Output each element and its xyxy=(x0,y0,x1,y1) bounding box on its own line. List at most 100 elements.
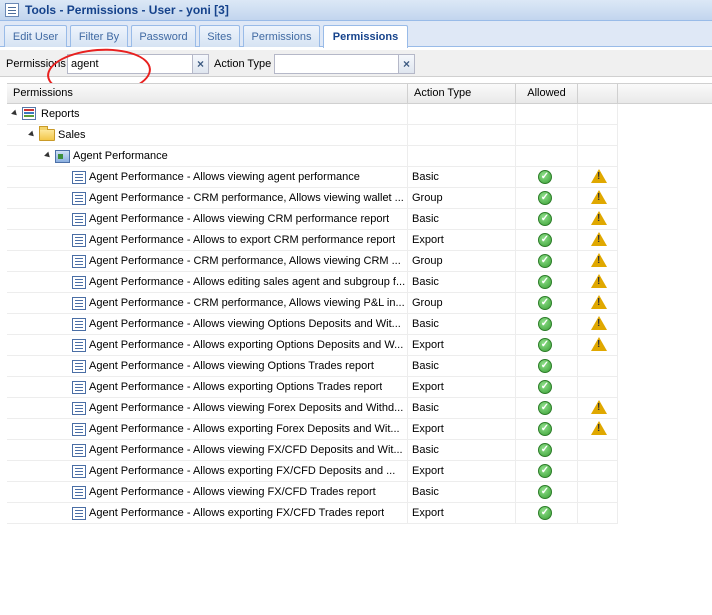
permission-row[interactable]: Agent Performance - Allows viewing Forex… xyxy=(7,398,618,419)
allowed-check-icon[interactable]: ✓ xyxy=(538,254,552,268)
allowed-check-icon[interactable]: ✓ xyxy=(538,464,552,478)
permission-name: Agent Performance - Allows exporting For… xyxy=(89,423,400,435)
permission-icon xyxy=(72,381,86,394)
grid-divider xyxy=(617,146,618,167)
grid-divider xyxy=(515,377,516,398)
allowed-check-cell[interactable]: ✓ xyxy=(538,338,552,352)
permission-row[interactable]: Agent Performance - Allows viewing Optio… xyxy=(7,356,618,377)
allowed-check-icon[interactable]: ✓ xyxy=(538,380,552,394)
grid-divider xyxy=(577,419,578,440)
allowed-check-icon[interactable]: ✓ xyxy=(538,233,552,247)
allowed-check-cell[interactable]: ✓ xyxy=(538,317,552,331)
expand-triangle-icon[interactable] xyxy=(11,109,19,118)
permissions-grid: Reports Sales Agent Performance Agent Pe… xyxy=(7,104,618,524)
allowed-check-cell[interactable]: ✓ xyxy=(538,485,552,499)
warning-cell xyxy=(591,316,607,333)
tab-filter-by[interactable]: Filter By xyxy=(70,25,128,47)
permission-row[interactable]: Agent Performance - Allows viewing Optio… xyxy=(7,314,618,335)
allowed-check-cell[interactable]: ✓ xyxy=(538,191,552,205)
permission-icon xyxy=(72,276,86,289)
expand-triangle-icon[interactable] xyxy=(44,151,52,160)
warning-cell xyxy=(591,190,607,207)
allowed-check-cell[interactable]: ✓ xyxy=(538,422,552,436)
allowed-check-cell[interactable]: ✓ xyxy=(538,275,552,289)
permission-name: Agent Performance - CRM performance, All… xyxy=(89,192,404,204)
tree-node-agent-performance[interactable]: Agent Performance xyxy=(7,146,618,167)
action-type-value: Basic xyxy=(412,171,439,183)
tab-edit-user[interactable]: Edit User xyxy=(4,25,67,47)
tab-password[interactable]: Password xyxy=(131,25,196,47)
allowed-check-icon[interactable]: ✓ xyxy=(538,359,552,373)
allowed-check-icon[interactable]: ✓ xyxy=(538,485,552,499)
permission-row[interactable]: Agent Performance - CRM performance, All… xyxy=(7,293,618,314)
allowed-check-cell[interactable]: ✓ xyxy=(538,254,552,268)
allowed-check-cell[interactable]: ✓ xyxy=(538,401,552,415)
permission-row[interactable]: Agent Performance - CRM performance, All… xyxy=(7,251,618,272)
permission-row[interactable]: Agent Performance - Allows to export CRM… xyxy=(7,230,618,251)
allowed-check-icon[interactable]: ✓ xyxy=(538,212,552,226)
allowed-check-cell[interactable]: ✓ xyxy=(538,212,552,226)
permission-row[interactable]: Agent Performance - Allows editing sales… xyxy=(7,272,618,293)
grid-divider xyxy=(617,230,618,251)
grid-divider xyxy=(577,230,578,251)
permission-row[interactable]: Agent Performance - Allows exporting FX/… xyxy=(7,503,618,524)
grid-divider xyxy=(515,356,516,377)
grid-divider xyxy=(515,293,516,314)
allowed-check-cell[interactable]: ✓ xyxy=(538,359,552,373)
permissions-clear-icon[interactable]: × xyxy=(193,54,209,74)
allowed-check-icon[interactable]: ✓ xyxy=(538,338,552,352)
permission-row[interactable]: Agent Performance - Allows viewing CRM p… xyxy=(7,209,618,230)
column-header-action-type[interactable]: Action Type xyxy=(408,84,516,104)
allowed-check-icon[interactable]: ✓ xyxy=(538,191,552,205)
allowed-check-icon[interactable]: ✓ xyxy=(538,275,552,289)
allowed-check-cell[interactable]: ✓ xyxy=(538,296,552,310)
permission-row[interactable]: Agent Performance - Allows exporting FX/… xyxy=(7,461,618,482)
permission-row[interactable]: Agent Performance - Allows exporting For… xyxy=(7,419,618,440)
tab-sites[interactable]: Sites xyxy=(199,25,240,47)
allowed-check-cell[interactable]: ✓ xyxy=(538,464,552,478)
allowed-check-icon[interactable]: ✓ xyxy=(538,422,552,436)
warning-icon xyxy=(591,169,607,183)
allowed-check-cell[interactable]: ✓ xyxy=(538,233,552,247)
permission-row[interactable]: Agent Performance - Allows viewing agent… xyxy=(7,167,618,188)
grid-divider xyxy=(577,398,578,419)
permission-row[interactable]: Agent Performance - Allows viewing FX/CF… xyxy=(7,482,618,503)
permission-row[interactable]: Agent Performance - CRM performance, All… xyxy=(7,188,618,209)
allowed-check-cell[interactable]: ✓ xyxy=(538,380,552,394)
action-type-clear-icon[interactable]: × xyxy=(399,54,415,74)
allowed-check-cell[interactable]: ✓ xyxy=(538,506,552,520)
tab-permissions-active[interactable]: Permissions xyxy=(323,25,408,48)
action-type-filter-input[interactable] xyxy=(274,54,399,74)
warning-icon xyxy=(591,316,607,330)
allowed-check-icon[interactable]: ✓ xyxy=(538,317,552,331)
grid-divider xyxy=(407,503,408,524)
permission-row[interactable]: Agent Performance - Allows viewing FX/CF… xyxy=(7,440,618,461)
column-header-warning[interactable] xyxy=(578,84,618,104)
column-header-allowed-label: Allowed xyxy=(527,87,566,99)
allowed-check-icon[interactable]: ✓ xyxy=(538,170,552,184)
warning-cell xyxy=(591,253,607,270)
filter-toolbar: Permissions × Action Type × xyxy=(0,50,712,77)
allowed-check-icon[interactable]: ✓ xyxy=(538,401,552,415)
allowed-check-cell[interactable]: ✓ xyxy=(538,170,552,184)
tree-node-sales[interactable]: Sales xyxy=(7,125,618,146)
action-type-value: Basic xyxy=(412,402,439,414)
allowed-check-cell[interactable]: ✓ xyxy=(538,443,552,457)
action-type-value: Group xyxy=(412,297,443,309)
tab-permissions-1[interactable]: Permissions xyxy=(243,25,320,47)
grid-divider xyxy=(617,188,618,209)
expand-triangle-icon[interactable] xyxy=(28,130,36,139)
permissions-filter-input[interactable] xyxy=(67,54,193,74)
permission-row[interactable]: Agent Performance - Allows exporting Opt… xyxy=(7,335,618,356)
column-header-permissions[interactable]: Permissions xyxy=(7,84,408,104)
allowed-check-icon[interactable]: ✓ xyxy=(538,296,552,310)
grid-divider xyxy=(577,356,578,377)
tree-node-reports[interactable]: Reports xyxy=(7,104,618,125)
permission-row[interactable]: Agent Performance - Allows exporting Opt… xyxy=(7,377,618,398)
action-type-filter-label: Action Type xyxy=(214,58,272,70)
allowed-check-icon[interactable]: ✓ xyxy=(538,506,552,520)
grid-divider xyxy=(515,125,516,146)
allowed-check-icon[interactable]: ✓ xyxy=(538,443,552,457)
grid-divider xyxy=(407,293,408,314)
column-header-allowed[interactable]: Allowed xyxy=(516,84,578,104)
